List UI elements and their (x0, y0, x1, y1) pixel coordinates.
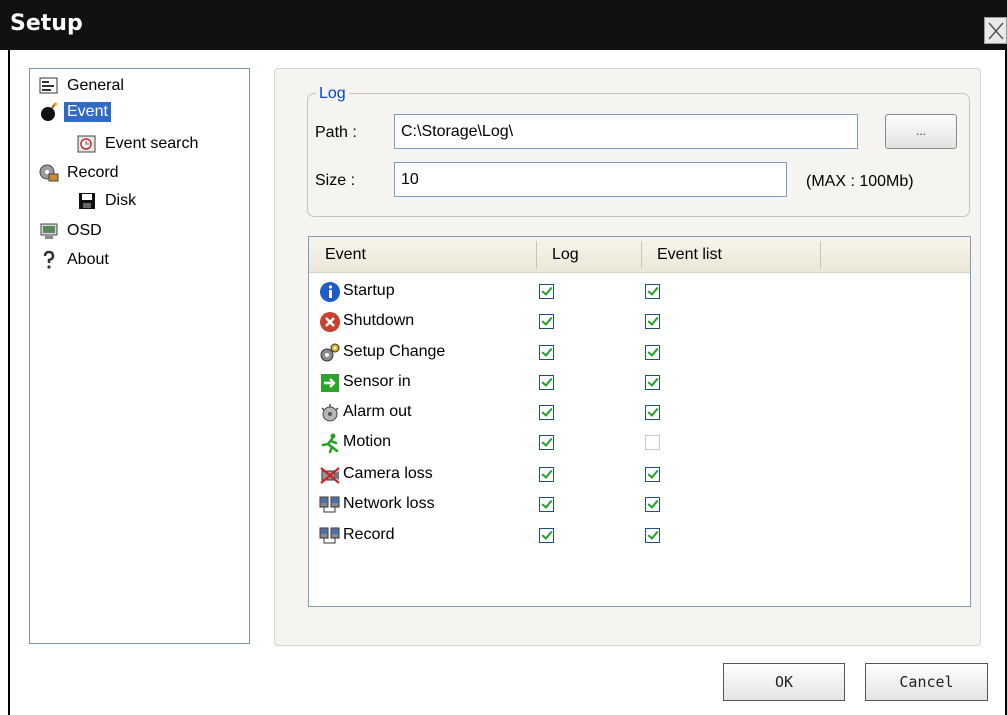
cancel-button[interactable]: Cancel (865, 663, 988, 701)
close-button[interactable] (984, 17, 1007, 44)
path-input[interactable]: C:\Storage\Log\ (394, 114, 858, 149)
log-checkbox[interactable] (539, 528, 554, 543)
column-separator[interactable] (820, 241, 821, 269)
event-list-checkbox[interactable] (645, 467, 660, 482)
bomb-icon (41, 102, 57, 121)
question-icon (43, 250, 55, 269)
tree-item-event-search[interactable]: Event search (77, 133, 201, 155)
tree-item-disk[interactable]: Disk (77, 190, 139, 212)
sensor-arrow-icon (321, 374, 339, 392)
general-icon (39, 77, 58, 94)
event-row-camera-loss[interactable]: Camera loss (309, 459, 969, 489)
tree-item-osd[interactable]: OSD (39, 220, 105, 242)
event-list-checkbox[interactable] (645, 528, 660, 543)
log-checkbox[interactable] (539, 405, 554, 420)
log-checkbox[interactable] (539, 284, 554, 299)
tree-item-label: About (67, 251, 109, 268)
close-icon (988, 22, 1004, 40)
column-header-event-list[interactable]: Event list (657, 237, 722, 273)
tree-item-label: OSD (67, 222, 102, 239)
event-list-checkbox[interactable] (645, 497, 660, 512)
event-name: Setup Change (343, 343, 446, 360)
tree-item-label: General (67, 77, 124, 94)
running-man-icon (321, 433, 339, 454)
event-row-startup[interactable]: Startup (309, 276, 969, 306)
ok-button[interactable]: OK (723, 663, 845, 701)
tree-item-label: Record (67, 164, 119, 181)
camera-loss-icon (320, 467, 340, 484)
event-row-sensor-in[interactable]: Sensor in (309, 367, 969, 397)
event-row-network-loss[interactable]: Network loss (309, 489, 969, 519)
event-list-checkbox[interactable] (645, 314, 660, 329)
log-group (307, 93, 970, 217)
tree-item-label: Disk (105, 192, 137, 209)
max-size-note: (MAX : 100Mb) (806, 173, 914, 190)
event-row-motion[interactable]: Motion (309, 427, 969, 457)
event-list-checkbox[interactable] (645, 435, 660, 450)
event-row-record[interactable]: Record (309, 520, 969, 550)
path-label: Path : (315, 124, 357, 141)
event-name: Camera loss (343, 465, 433, 482)
shutdown-icon (320, 312, 340, 332)
gears-icon (320, 343, 340, 362)
event-list-checkbox[interactable] (645, 345, 660, 360)
log-checkbox[interactable] (539, 314, 554, 329)
tree-item-label: Event search (105, 135, 199, 152)
window-title: Setup (10, 11, 83, 36)
title-bar: Setup (0, 0, 1007, 50)
film-reel-icon (39, 164, 59, 182)
tree-item-about[interactable]: About (39, 249, 112, 271)
column-separator[interactable] (536, 241, 537, 269)
column-header-event[interactable]: Event (325, 237, 366, 273)
size-input[interactable]: 10 (394, 162, 787, 197)
network-icon (319, 496, 340, 513)
browse-button[interactable]: ... (885, 114, 957, 149)
tree-item-record[interactable]: Record (39, 162, 122, 184)
event-row-alarm-out[interactable]: Alarm out (309, 397, 969, 427)
log-checkbox[interactable] (539, 435, 554, 450)
monitor-icon (40, 223, 58, 239)
event-list-checkbox[interactable] (645, 375, 660, 390)
tree-item-general[interactable]: General (39, 75, 127, 97)
event-row-shutdown[interactable]: Shutdown (309, 306, 969, 336)
event-name: Shutdown (343, 312, 415, 329)
event-name: Record (343, 526, 395, 543)
network-record-icon (319, 527, 340, 544)
size-label: Size : (315, 172, 356, 189)
event-name: Startup (343, 282, 395, 299)
event-name: Alarm out (343, 403, 412, 420)
tree-item-event[interactable]: Event (39, 101, 111, 123)
event-list-checkbox[interactable] (645, 284, 660, 299)
floppy-disk-icon (79, 193, 95, 209)
log-checkbox[interactable] (539, 345, 554, 360)
event-name: Motion (343, 433, 392, 450)
log-checkbox[interactable] (539, 375, 554, 390)
event-name: Sensor in (343, 373, 411, 390)
tree-item-label: Event (64, 102, 111, 122)
column-separator[interactable] (641, 241, 642, 269)
event-name: Network loss (343, 495, 435, 512)
log-group-legend: Log (316, 85, 349, 103)
event-list-checkbox[interactable] (645, 405, 660, 420)
info-icon (320, 282, 340, 302)
event-search-icon (77, 135, 96, 153)
column-header-log[interactable]: Log (552, 237, 579, 273)
event-row-setup-change[interactable]: Setup Change (309, 337, 969, 367)
alarm-icon (321, 404, 339, 422)
log-checkbox[interactable] (539, 467, 554, 482)
event-list-header (309, 237, 970, 273)
log-checkbox[interactable] (539, 497, 554, 512)
